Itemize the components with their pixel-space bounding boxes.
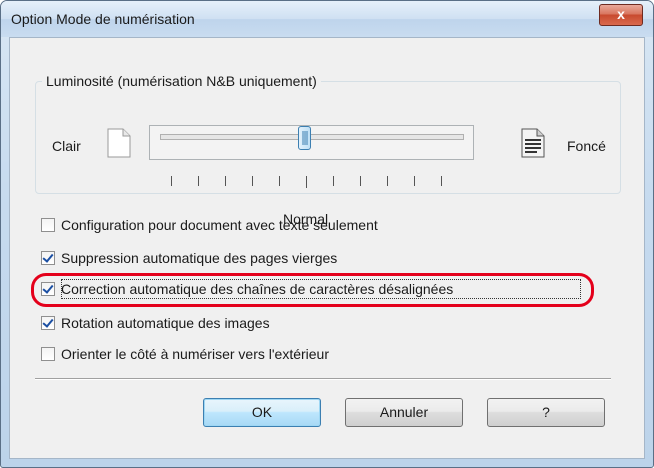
brightness-light-label: Clair (52, 138, 81, 154)
ok-button[interactable]: OK (203, 398, 321, 427)
slider-tick (387, 176, 388, 186)
slider-tick (360, 176, 361, 186)
option-auto-rotation[interactable]: Rotation automatique des images (41, 314, 270, 332)
checkbox[interactable] (41, 282, 55, 296)
title-bar[interactable]: Option Mode de numérisation x (1, 1, 653, 37)
option-face-outward[interactable]: Orienter le côté à numériser vers l'exté… (41, 345, 329, 363)
slider-tick (225, 176, 226, 186)
option-skew-correction[interactable]: Correction automatique des chaînes de ca… (41, 280, 453, 298)
slider-tick (198, 176, 199, 186)
close-icon: x (617, 6, 625, 22)
slider-tick (279, 176, 280, 186)
slider-thumb[interactable] (298, 126, 311, 150)
option-label: Orienter le côté à numériser vers l'exté… (61, 346, 329, 362)
light-document-icon (107, 128, 131, 158)
brightness-slider[interactable] (149, 125, 474, 160)
window-title: Option Mode de numérisation (11, 11, 195, 27)
slider-tick (252, 176, 253, 186)
checkbox[interactable] (41, 316, 55, 330)
option-label: Configuration pour document avec texte s… (61, 217, 378, 233)
brightness-group-label: Luminosité (numérisation N&B uniquement) (42, 73, 321, 89)
slider-tick (414, 176, 415, 186)
slider-tick (333, 176, 334, 186)
thumb-grip-icon (302, 131, 308, 145)
close-button[interactable]: x (599, 4, 643, 26)
slider-tick (441, 176, 442, 186)
option-label: Correction automatique des chaînes de ca… (61, 281, 454, 297)
cancel-button[interactable]: Annuler (345, 398, 463, 427)
help-button[interactable]: ? (487, 398, 605, 427)
cancel-button-label: Annuler (379, 404, 429, 420)
slider-tick-center (306, 176, 307, 188)
option-label: Suppression automatique des pages vierge… (61, 250, 338, 266)
slider-tick (171, 176, 172, 186)
checkbox[interactable] (41, 347, 55, 361)
slider-track (160, 134, 464, 140)
dialog-client-area: Luminosité (numérisation N&B uniquement)… (9, 37, 645, 459)
option-text-only-document[interactable]: Configuration pour document avec texte s… (41, 216, 378, 234)
dialog-window: Option Mode de numérisation x Luminosité… (0, 0, 654, 468)
checkbox[interactable] (41, 218, 55, 232)
separator-line (35, 378, 611, 380)
dark-document-icon (521, 128, 545, 158)
brightness-dark-label: Foncé (567, 138, 606, 154)
checkbox[interactable] (41, 251, 55, 265)
option-label: Rotation automatique des images (61, 315, 270, 331)
ok-button-label: OK (251, 404, 273, 420)
help-button-label: ? (542, 404, 550, 420)
brightness-group: Luminosité (numérisation N&B uniquement)… (35, 73, 621, 227)
option-blank-page-removal[interactable]: Suppression automatique des pages vierge… (41, 249, 337, 267)
